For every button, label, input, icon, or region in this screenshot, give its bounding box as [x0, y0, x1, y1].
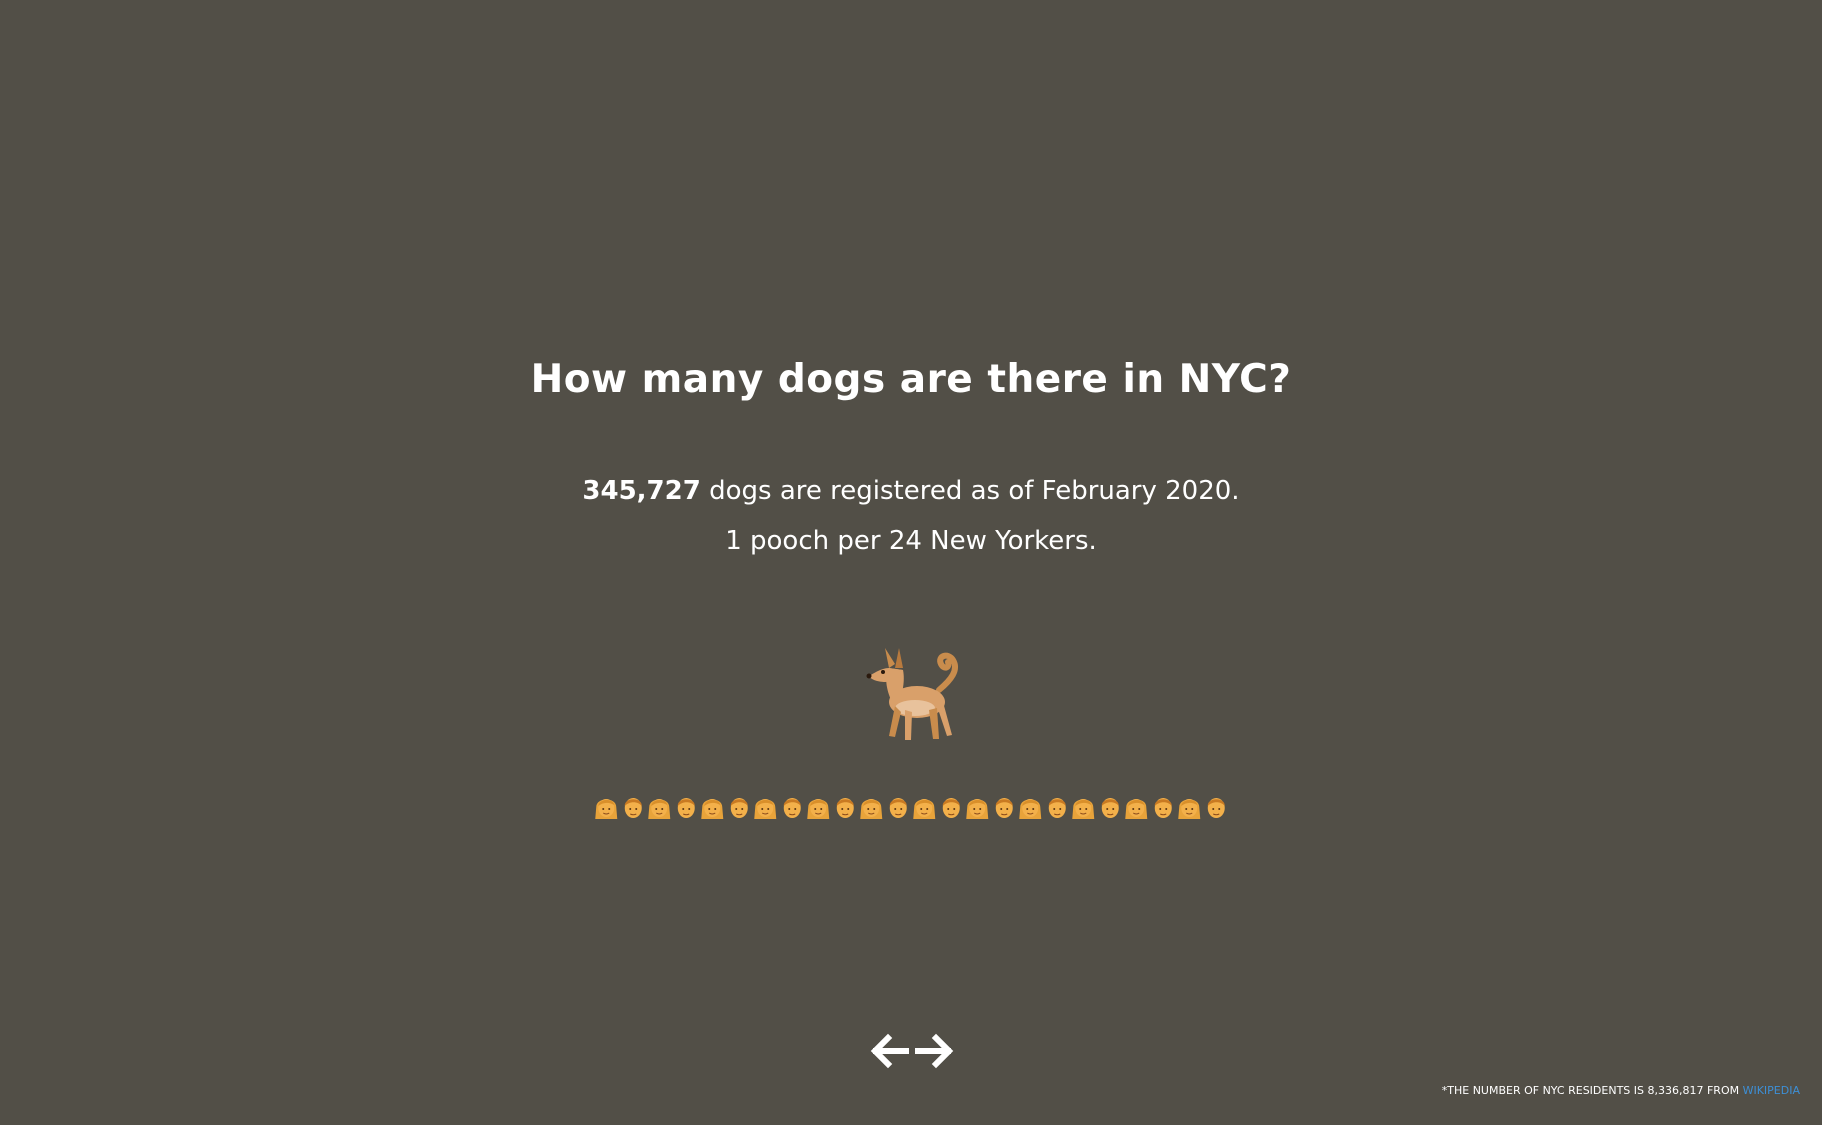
man-icon — [1207, 798, 1225, 818]
man-icon — [942, 798, 960, 818]
woman-icon — [1178, 799, 1201, 819]
woman-icon — [1072, 799, 1095, 819]
woman-icon — [595, 799, 618, 819]
dog-count-suffix: dogs are registered as of February 2020. — [700, 476, 1240, 506]
woman-icon — [860, 799, 883, 819]
arrow-right-icon[interactable] — [914, 1030, 956, 1072]
man-icon — [995, 798, 1013, 818]
man-icon — [677, 798, 695, 818]
woman-icon — [648, 799, 671, 819]
woman-icon — [1125, 799, 1148, 819]
woman-icon — [701, 799, 724, 819]
man-icon — [783, 798, 801, 818]
man-icon — [1154, 798, 1172, 818]
footnote: *THE NUMBER OF NYC RESIDENTS IS 8,336,81… — [1442, 1084, 1800, 1097]
woman-icon — [807, 799, 830, 819]
dog-icon — [866, 648, 959, 740]
footnote-text: *THE NUMBER OF NYC RESIDENTS IS 8,336,81… — [1441, 1084, 1743, 1097]
page: How many dogs are there in NYC? 345,727 … — [0, 0, 1822, 1125]
woman-icon — [966, 799, 989, 819]
man-icon — [624, 798, 642, 818]
page-title: How many dogs are there in NYC? — [530, 357, 1292, 402]
dog-count-statement: 345,727 dogs are registered as of Februa… — [0, 473, 1822, 509]
man-icon — [889, 798, 907, 818]
man-icon — [730, 798, 748, 818]
man-icon — [1101, 798, 1119, 818]
woman-icon — [754, 799, 777, 819]
wikipedia-link[interactable]: WIKIPEDIA — [1743, 1084, 1800, 1097]
dog-count-value: 345,727 — [582, 476, 701, 506]
man-icon — [836, 798, 854, 818]
woman-icon — [913, 799, 936, 819]
pooch-ratio-statement: 1 pooch per 24 New Yorkers. — [725, 526, 1097, 556]
slide-nav — [868, 1030, 956, 1072]
people-row — [0, 793, 1822, 821]
woman-icon — [1019, 799, 1042, 819]
arrow-left-icon[interactable] — [868, 1030, 910, 1072]
man-icon — [1048, 798, 1066, 818]
